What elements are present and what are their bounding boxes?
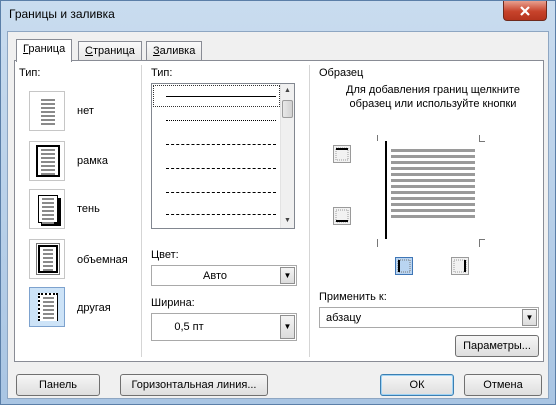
left-border-button[interactable] bbox=[395, 257, 413, 275]
border-type-label: Тип: bbox=[19, 67, 41, 79]
bottom-border-icon bbox=[335, 209, 349, 223]
dialog-client: Граница Страница Заливка Тип: нет рамка bbox=[7, 31, 549, 399]
ok-button[interactable]: ОК bbox=[380, 374, 454, 396]
width-value: 0,5 пт bbox=[174, 321, 204, 333]
line-style-dash-dot[interactable] bbox=[166, 192, 276, 193]
tab-shading[interactable]: Заливка bbox=[146, 41, 203, 61]
width-select[interactable]: 0,5 пт ▼ bbox=[151, 313, 297, 341]
line-style-dashed[interactable] bbox=[166, 168, 276, 169]
custom-border-icon bbox=[29, 287, 65, 327]
type-box-label: рамка bbox=[77, 155, 108, 167]
type-shadow-label: тень bbox=[77, 203, 100, 215]
chevron-down-icon[interactable]: ▼ bbox=[280, 315, 295, 339]
bottom-border-button[interactable] bbox=[333, 207, 351, 225]
preview-label: Образец bbox=[319, 67, 364, 79]
style-label: Тип: bbox=[151, 67, 173, 79]
width-label: Ширина: bbox=[151, 297, 195, 309]
shadow-border-icon bbox=[29, 189, 65, 229]
type-shadow[interactable] bbox=[29, 189, 65, 229]
close-icon bbox=[520, 5, 530, 16]
cancel-button[interactable]: Отмена bbox=[464, 374, 542, 396]
type-3d-label: объемная bbox=[77, 254, 128, 266]
apply-to-label: Применить к: bbox=[319, 291, 387, 303]
type-3d[interactable] bbox=[29, 239, 65, 279]
divider bbox=[309, 65, 310, 357]
type-none[interactable] bbox=[29, 91, 65, 131]
preview-sample[interactable] bbox=[375, 135, 485, 247]
left-border-icon bbox=[397, 259, 411, 273]
left-border-line bbox=[385, 141, 387, 239]
line-style-dotted[interactable] bbox=[166, 120, 276, 121]
scroll-up-icon[interactable]: ▲ bbox=[281, 84, 294, 98]
tab-page-border[interactable]: Страница bbox=[78, 41, 142, 61]
type-box[interactable] bbox=[29, 141, 65, 181]
type-custom-label: другая bbox=[77, 302, 111, 314]
box-border-icon bbox=[29, 141, 65, 181]
chevron-down-icon[interactable]: ▼ bbox=[280, 267, 295, 284]
divider bbox=[141, 65, 142, 357]
preview-hint: Для добавления границ щелкните образец и… bbox=[346, 84, 520, 110]
right-border-button[interactable] bbox=[451, 257, 469, 275]
toolbar-button[interactable]: Панель bbox=[16, 374, 100, 396]
color-value: Авто bbox=[203, 270, 227, 282]
scroll-down-icon[interactable]: ▼ bbox=[281, 214, 294, 228]
apply-to-value: абзацу bbox=[326, 312, 362, 324]
top-border-icon bbox=[335, 147, 349, 161]
horizontal-line-button[interactable]: Горизонтальная линия... bbox=[120, 374, 268, 396]
line-style-dashed-small[interactable] bbox=[166, 144, 276, 145]
window-title: Границы и заливка bbox=[9, 7, 115, 21]
color-label: Цвет: bbox=[151, 249, 179, 261]
options-button[interactable]: Параметры... bbox=[455, 335, 539, 357]
border-tab-panel: Тип: нет рамка тень объемная другая Тип:… bbox=[14, 60, 544, 362]
style-scrollbar[interactable]: ▲ ▼ bbox=[280, 84, 294, 228]
title-bar: Границы и заливка bbox=[1, 1, 555, 31]
borders-dialog: Границы и заливка Граница Страница Залив… bbox=[0, 0, 556, 405]
close-button[interactable] bbox=[503, 1, 547, 21]
3d-border-icon bbox=[29, 239, 65, 279]
tab-border[interactable]: Граница bbox=[16, 39, 73, 62]
type-none-label: нет bbox=[77, 105, 94, 117]
color-select[interactable]: Авто ▼ bbox=[151, 265, 297, 286]
line-style-list[interactable]: ▲ ▼ bbox=[151, 83, 295, 229]
right-border-icon bbox=[453, 259, 467, 273]
no-border-icon bbox=[29, 91, 65, 131]
preview-text-lines bbox=[391, 149, 475, 218]
line-style-long-dash[interactable] bbox=[166, 214, 276, 215]
top-border-button[interactable] bbox=[333, 145, 351, 163]
type-custom[interactable] bbox=[29, 287, 65, 327]
apply-to-select[interactable]: абзацу ▼ bbox=[319, 307, 539, 328]
chevron-down-icon[interactable]: ▼ bbox=[522, 309, 537, 326]
line-style-solid[interactable] bbox=[166, 96, 276, 97]
scroll-thumb[interactable] bbox=[282, 100, 293, 118]
